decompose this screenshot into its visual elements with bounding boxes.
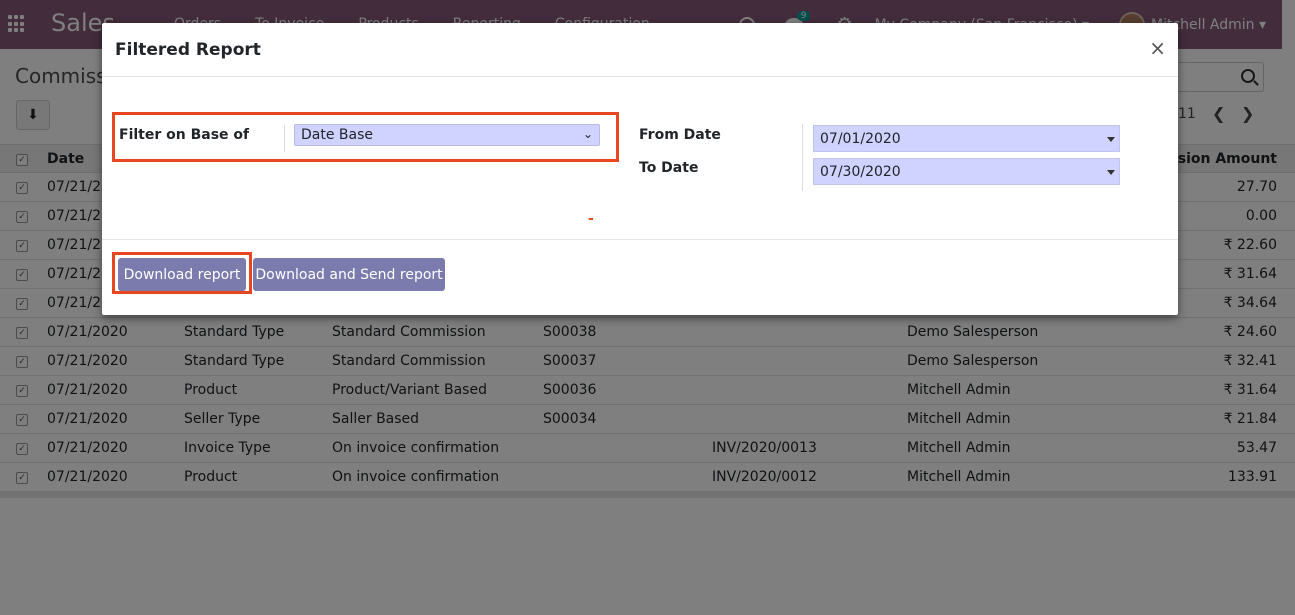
caret-down-icon[interactable]	[1107, 137, 1115, 142]
close-icon[interactable]: ×	[1149, 36, 1166, 60]
filter-base-select[interactable]: Date Base ⌄	[294, 124, 600, 146]
filter-base-value: Date Base	[301, 127, 374, 143]
chevron-down-icon: ⌄	[582, 127, 593, 141]
to-date-label: To Date	[639, 160, 699, 176]
filtered-report-dialog: Filtered Report × Filter on Base of Date…	[102, 23, 1178, 315]
from-date-input[interactable]: 07/01/2020	[813, 125, 1120, 152]
filter-label: Filter on Base of	[119, 127, 250, 143]
modal-title: Filtered Report	[115, 40, 261, 60]
from-date-label: From Date	[639, 127, 721, 143]
modal-header: Filtered Report ×	[102, 23, 1178, 77]
to-date-input[interactable]: 07/30/2020	[813, 158, 1120, 185]
field-separator	[284, 125, 285, 152]
error-dash: -	[588, 211, 594, 227]
modal-footer: Download report Download and Send report	[102, 239, 1178, 315]
from-date-value: 07/01/2020	[820, 131, 901, 147]
caret-down-icon[interactable]	[1107, 170, 1115, 175]
download-report-button[interactable]: Download report	[118, 258, 246, 291]
download-send-report-button[interactable]: Download and Send report	[253, 258, 445, 291]
to-date-value: 07/30/2020	[820, 164, 901, 180]
field-separator	[802, 124, 803, 191]
